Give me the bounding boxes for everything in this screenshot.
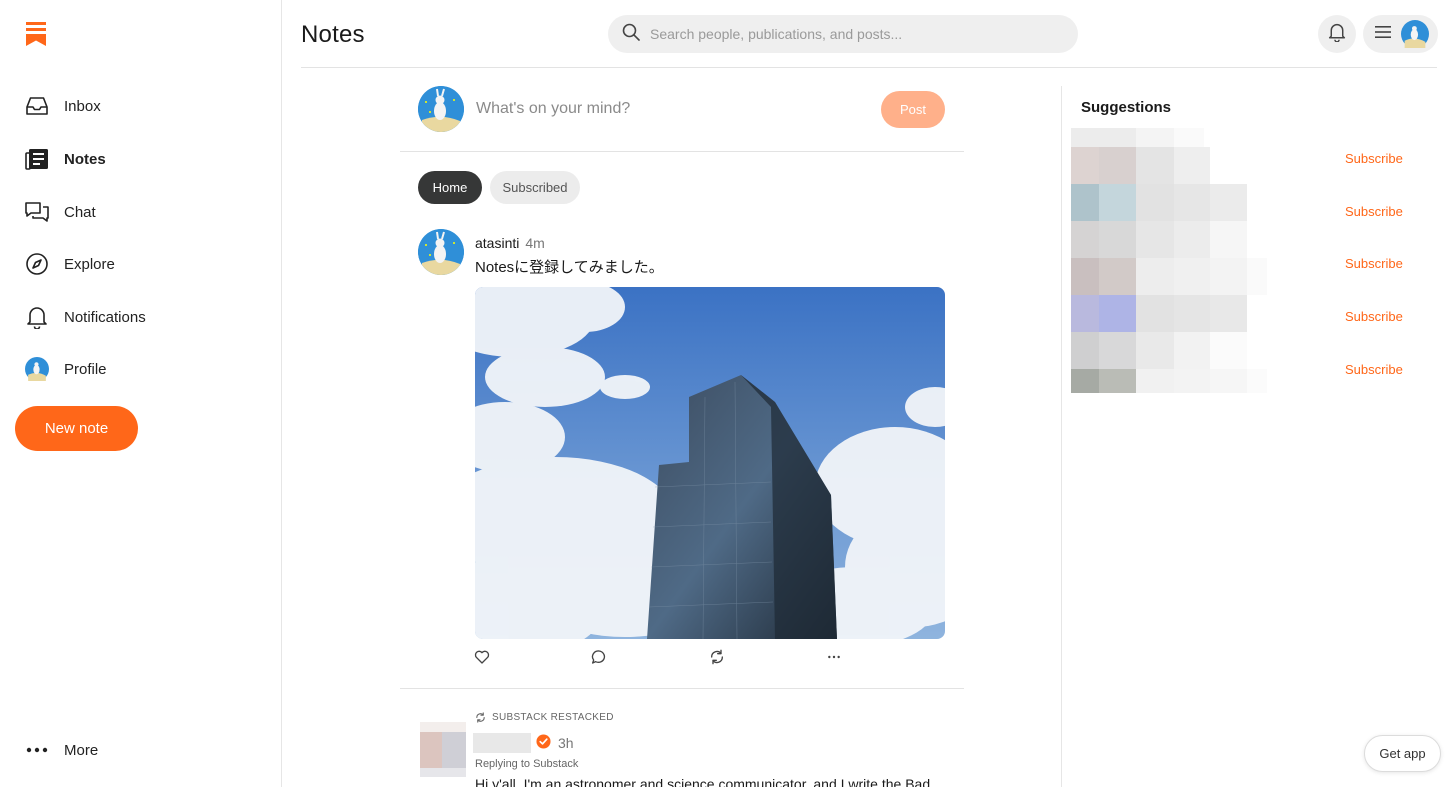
sidebar-item-explore[interactable]: Explore xyxy=(24,249,115,279)
restack-author-name[interactable] xyxy=(473,733,531,753)
avatar[interactable] xyxy=(420,722,466,777)
sidebar-item-label: Chat xyxy=(64,203,96,221)
search-input[interactable] xyxy=(650,26,1050,42)
more-options-icon[interactable] xyxy=(826,649,844,667)
avatar xyxy=(418,86,464,132)
sidebar: Inbox Notes Chat Explore Notifications P… xyxy=(0,0,282,787)
bell-icon xyxy=(24,304,50,330)
search-icon xyxy=(622,23,640,46)
post-text: Notesに登録してみました。 xyxy=(475,259,664,276)
divider xyxy=(400,151,964,152)
restack-text: Hi y'all. I'm an astronomer and science … xyxy=(475,776,931,787)
suggestions-list-pixelated xyxy=(1071,128,1267,393)
subscribe-button[interactable]: Subscribe xyxy=(1345,309,1403,324)
restack-timestamp: 3h xyxy=(558,735,574,751)
sidebar-item-notes[interactable]: Notes xyxy=(24,144,106,174)
subscribe-button[interactable]: Subscribe xyxy=(1345,204,1403,219)
tab-subscribed[interactable]: Subscribed xyxy=(490,171,580,204)
sidebar-item-notifications[interactable]: Notifications xyxy=(24,302,146,332)
chat-icon xyxy=(24,199,50,225)
avatar xyxy=(24,356,50,382)
sidebar-item-inbox[interactable]: Inbox xyxy=(24,91,101,121)
account-menu-button[interactable] xyxy=(1363,15,1438,53)
column-divider xyxy=(1061,86,1062,787)
more-icon xyxy=(24,737,50,763)
sidebar-item-profile[interactable]: Profile xyxy=(24,354,107,384)
restack-label: SUBSTACK RESTACKED xyxy=(475,712,614,723)
divider xyxy=(400,688,964,689)
suggestions-title: Suggestions xyxy=(1081,99,1172,116)
hamburger-icon xyxy=(1375,25,1391,43)
substack-logo[interactable] xyxy=(26,22,46,46)
avatar xyxy=(1401,20,1429,48)
sidebar-item-label: Explore xyxy=(64,255,115,273)
header-divider xyxy=(301,67,1437,68)
restack-label-text: SUBSTACK RESTACKED xyxy=(492,712,614,723)
notifications-button[interactable] xyxy=(1318,15,1356,53)
comment-icon[interactable] xyxy=(591,649,609,667)
avatar[interactable] xyxy=(418,229,464,275)
bell-icon xyxy=(1328,22,1346,47)
post-timestamp: 4m xyxy=(525,235,545,251)
subscribe-button[interactable]: Subscribe xyxy=(1345,256,1403,271)
post-author[interactable]: atasinti xyxy=(475,235,519,251)
restack-icon xyxy=(475,712,486,723)
sidebar-item-label: Profile xyxy=(64,360,107,378)
post-meta: atasinti 4m xyxy=(475,235,545,251)
verified-badge-icon xyxy=(536,734,551,749)
replying-to[interactable]: Replying to Substack xyxy=(475,758,578,770)
subscribe-button[interactable]: Subscribe xyxy=(1345,362,1403,377)
restack-icon[interactable] xyxy=(709,649,727,667)
compass-icon xyxy=(24,251,50,277)
subscribe-button[interactable]: Subscribe xyxy=(1345,151,1403,166)
sidebar-item-label: Notifications xyxy=(64,308,146,326)
sidebar-item-more[interactable]: More xyxy=(24,735,98,765)
sidebar-item-label: Notes xyxy=(64,150,106,168)
composer-input[interactable]: What's on your mind? xyxy=(476,100,630,118)
page-title: Notes xyxy=(301,21,365,48)
post-image[interactable] xyxy=(475,287,945,639)
inbox-icon xyxy=(24,93,50,119)
sidebar-item-label: More xyxy=(64,741,99,759)
like-icon[interactable] xyxy=(474,649,492,667)
sidebar-item-chat[interactable]: Chat xyxy=(24,197,96,227)
post-button[interactable]: Post xyxy=(881,91,945,128)
new-note-button[interactable]: New note xyxy=(15,406,138,451)
sidebar-item-label: Inbox xyxy=(64,97,101,115)
notes-icon xyxy=(24,146,50,172)
search-bar[interactable] xyxy=(608,15,1078,53)
tab-home[interactable]: Home xyxy=(418,171,482,204)
get-app-button[interactable]: Get app xyxy=(1364,735,1441,772)
